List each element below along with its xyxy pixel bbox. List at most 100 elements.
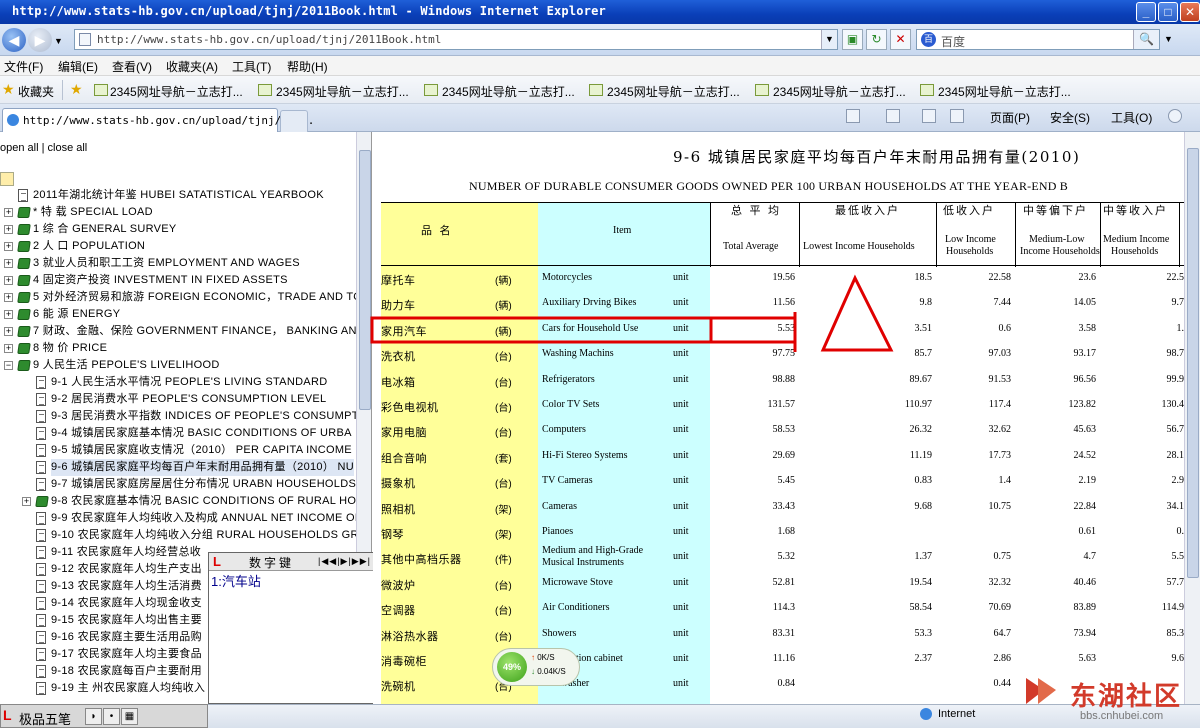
expand-icon[interactable]: + [4, 225, 13, 234]
expand-icon[interactable]: + [4, 208, 13, 217]
expand-icon[interactable]: + [4, 259, 13, 268]
item-unit: unit [673, 526, 689, 537]
page-menu[interactable]: 页面(P) [990, 109, 1030, 126]
item-name-cn: 洗衣机 [381, 351, 416, 364]
item-name-en-line: Musical Instruments [542, 557, 624, 569]
favorite-link-2[interactable]: 2345网址导航－立志打... [276, 83, 409, 100]
expand-icon[interactable]: + [4, 327, 13, 336]
ime-page-arrows[interactable]: |◀◀|▶|▶▶| [318, 556, 371, 567]
item-name-en: Washing Machins [542, 348, 614, 360]
favorites-star-icon: ★ [2, 81, 15, 97]
open-close-all-links[interactable]: open all | close all [0, 142, 87, 154]
menu-help[interactable]: 帮助(H) [287, 58, 328, 75]
ime-name[interactable]: 极品五笔 [19, 709, 71, 728]
feeds-icon[interactable] [886, 109, 900, 123]
expand-icon[interactable]: + [4, 310, 13, 319]
stop-icon[interactable]: ✕ [890, 29, 911, 50]
expand-icon[interactable]: + [4, 344, 13, 353]
collapse-icon[interactable]: − [4, 361, 13, 370]
punctuation-toggle-icon[interactable]: • [103, 708, 120, 725]
forward-button[interactable]: ▶ [28, 28, 52, 52]
header-mid-en-1: Medium Income [1103, 234, 1170, 245]
document-icon [36, 682, 46, 695]
close-window-button[interactable]: ✕ [1180, 2, 1200, 22]
table-row: 其他中高档乐器 (件) Medium and High-Grade Musical I… [381, 545, 1184, 570]
toc-item-label: 5 对外经济贸易和旅游 FOREIGN ECONOMIC，TRADE AND T… [33, 291, 363, 303]
favorite-link-4[interactable]: 2345网址导航－立志打... [607, 83, 740, 100]
new-tab-button[interactable] [280, 110, 308, 132]
maximize-button[interactable]: □ [1158, 2, 1178, 22]
divider [1100, 203, 1101, 267]
toc-item-label: 7 财政、金融、保险 GOVERNMENT FINANCE， BANKING A… [33, 325, 361, 337]
address-dropdown-icon[interactable]: ▼ [821, 30, 837, 49]
refresh-icon[interactable]: ↻ [866, 29, 887, 50]
expand-icon[interactable]: + [4, 276, 13, 285]
cell-total: 114.3 [772, 602, 795, 614]
cell-mid: 1.3 [1176, 322, 1185, 334]
item-name-cn: 组合音响 [381, 452, 427, 465]
expand-icon[interactable]: + [22, 497, 31, 506]
cell-total: 5.45 [777, 475, 796, 487]
header-lowest-en: Lowest Income Households [803, 241, 915, 252]
favorite-link-6[interactable]: 2345网址导航－立志打... [938, 83, 1071, 100]
menu-favorites[interactable]: 收藏夹(A) [166, 58, 218, 75]
expand-icon[interactable]: + [4, 242, 13, 251]
item-unit: unit [673, 475, 689, 487]
menu-file[interactable]: 文件(F) [4, 58, 43, 75]
network-speed-widget[interactable]: 49% ↑ 0K/S ↓ 0.04K/S [492, 648, 580, 686]
favorites-button[interactable]: 收藏夹 [18, 83, 54, 100]
item-unit-cn: (台) [495, 606, 512, 618]
security-zone[interactable]: Internet [920, 708, 976, 721]
favorite-link-3[interactable]: 2345网址导航－立志打... [442, 83, 575, 100]
scrollbar-thumb[interactable] [359, 150, 371, 410]
home-icon[interactable] [846, 109, 860, 123]
favorite-link-1[interactable]: 2345网址导航－立志打... [110, 83, 243, 100]
search-icon[interactable]: 🔍 [1133, 30, 1159, 49]
address-field[interactable]: http://www.stats-hb.gov.cn/upload/tjnj/2… [74, 29, 838, 50]
item-name-en: Pianoes [542, 526, 574, 537]
tab-active[interactable]: http://www.stats-hb.gov.cn/upload/tjnj/2… [2, 108, 314, 132]
item-name-cn: 其他中高档乐器 [381, 554, 462, 567]
compatibility-view-icon[interactable]: ▣ [842, 29, 863, 50]
help-icon[interactable] [1168, 109, 1182, 123]
back-button[interactable]: ◀ [2, 28, 26, 52]
cell-total: 131.57 [767, 399, 796, 410]
download-speed: ↓ 0.04K/S [531, 667, 566, 676]
cell-mid: 5.53 [1171, 551, 1185, 563]
search-options-icon[interactable]: ▼ [1164, 34, 1173, 44]
favorite-link-5[interactable]: 2345网址导航－立志打... [773, 83, 906, 100]
toc-item-label: 9-16 农民家庭主要生活用品购 [51, 631, 202, 643]
soft-keyboard-icon[interactable]: ▦ [121, 708, 138, 725]
content-scrollbar[interactable] [1184, 132, 1200, 704]
toc-item-label: 9-4 城镇居民家庭基本情况 BASIC CONDITIONS OF URBA [51, 427, 352, 439]
safety-menu[interactable]: 安全(S) [1050, 109, 1090, 126]
site-icon [920, 84, 934, 96]
tools-menu[interactable]: 工具(O) [1111, 109, 1152, 126]
table-row: 摄象机 (台) TV Cameras unit 5.45 0.83 1.4 2.19 2.92 [381, 469, 1184, 494]
menu-tools[interactable]: 工具(T) [232, 58, 271, 75]
item-unit-cn: (辆) [495, 276, 512, 287]
toc-item-label: * 特 载 SPECIAL LOAD [33, 206, 153, 218]
print-icon[interactable] [950, 109, 964, 123]
item-unit: unit [673, 627, 689, 639]
fullwidth-toggle-icon[interactable]: ◗ [85, 708, 102, 725]
cell-lowest: 3.51 [914, 322, 933, 334]
ime-logo-icon: L [213, 554, 221, 569]
item-name-cn: 微波炉 [381, 579, 416, 592]
expand-icon[interactable]: + [4, 293, 13, 302]
cell-low: 70.69 [988, 602, 1012, 614]
tree-root-icon [0, 172, 14, 186]
menu-view[interactable]: 查看(V) [112, 58, 152, 75]
mail-icon[interactable] [922, 109, 936, 123]
add-favorite-icon[interactable]: ★ [70, 82, 83, 96]
toc-item-label: 4 固定资产投资 INVESTMENT IN FIXED ASSETS [33, 274, 288, 286]
recent-pages-dropdown[interactable]: ▼ [54, 36, 63, 46]
toc-item-label: 8 物 价 PRICE [33, 342, 108, 354]
search-box[interactable]: 百 百度 🔍 [916, 29, 1160, 50]
cell-mid: 28.12 [1166, 449, 1185, 461]
minimize-button[interactable]: _ [1136, 2, 1156, 22]
zone-label: Internet [938, 708, 976, 720]
ime-candidate[interactable]: 1:汽车站 [211, 571, 261, 590]
menu-edit[interactable]: 编辑(E) [58, 58, 98, 75]
scrollbar-thumb[interactable] [1187, 148, 1199, 578]
